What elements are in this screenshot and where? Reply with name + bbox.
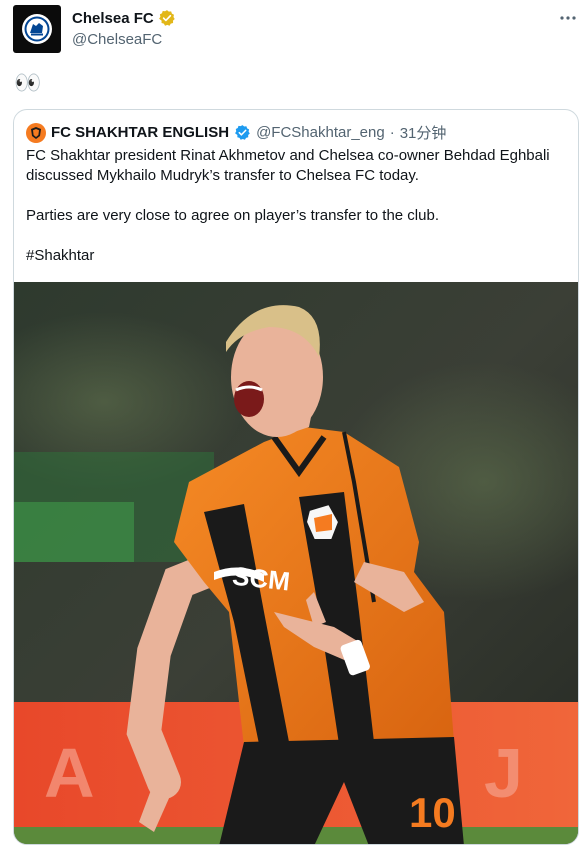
handle[interactable]: @ChelseaFC	[72, 31, 176, 48]
shakhtar-crest-icon	[31, 126, 41, 139]
verified-badge-icon	[158, 10, 175, 26]
quoted-timestamp[interactable]: 31分钟	[400, 122, 447, 143]
shorts-number-text: 10	[409, 789, 456, 836]
tweet: Chelsea FC @ChelseaFC 👀 FC SHAKHTAR ENGL…	[0, 0, 588, 853]
svg-text:J: J	[484, 734, 523, 812]
more-dots-icon	[560, 16, 576, 20]
tweet-text: 👀	[14, 70, 42, 95]
shakhtar-avatar[interactable]	[26, 122, 46, 143]
more-options-button[interactable]	[556, 8, 580, 28]
svg-text:A: A	[44, 734, 95, 812]
chelsea-avatar[interactable]	[13, 5, 61, 53]
quoted-paragraph: Parties are very close to agree on playe…	[26, 207, 439, 224]
display-name[interactable]: Chelsea FC	[72, 10, 154, 27]
quoted-hashtag[interactable]: #Shakhtar	[26, 246, 566, 266]
player-photo: A J SCM	[14, 282, 578, 844]
quoted-tweet-header: FC SHAKHTAR ENGLISH @FCShakhtar_eng · 31…	[26, 122, 446, 143]
quoted-media-image[interactable]: A J SCM	[14, 282, 578, 844]
quoted-paragraph: FC Shakhtar president Rinat Akhmetov and…	[26, 147, 550, 184]
chelsea-crest-icon	[22, 14, 52, 44]
tweet-header: Chelsea FC @ChelseaFC	[72, 7, 176, 48]
display-name-row: Chelsea FC	[72, 7, 176, 29]
quoted-tweet-text: FC Shakhtar president Rinat Akhmetov and…	[26, 146, 566, 266]
quoted-display-name[interactable]: FC SHAKHTAR ENGLISH	[51, 124, 229, 141]
quoted-tweet[interactable]: FC SHAKHTAR ENGLISH @FCShakhtar_eng · 31…	[13, 109, 579, 845]
quoted-handle[interactable]: @FCShakhtar_eng	[256, 124, 385, 141]
verified-badge-icon	[235, 125, 250, 140]
separator-dot: ·	[389, 124, 395, 141]
